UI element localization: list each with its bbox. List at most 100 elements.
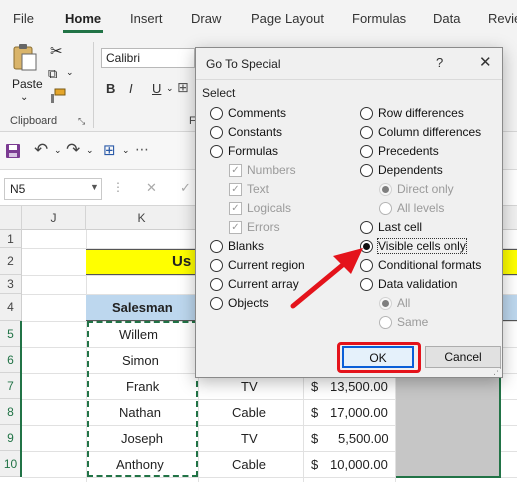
font-name-box[interactable]: Calibri: [101, 48, 195, 68]
red-arrow-annotation: [290, 248, 363, 309]
radio-icon[interactable]: [210, 145, 223, 158]
italic-button[interactable]: I: [129, 81, 133, 96]
bold-button[interactable]: B: [106, 81, 115, 96]
currency-symbol: $: [311, 431, 319, 446]
borders-icon[interactable]: ⊞: [177, 79, 189, 96]
radio-icon[interactable]: [360, 145, 373, 158]
row-header[interactable]: 5: [0, 321, 22, 347]
copy-icon[interactable]: ⧉: [48, 66, 57, 82]
amount-cell[interactable]: 10,000.00: [330, 457, 388, 472]
undo-dropdown-icon[interactable]: ⌄: [54, 145, 62, 156]
help-button[interactable]: ?: [436, 55, 443, 70]
table-dropdown-icon[interactable]: ⌄: [122, 145, 130, 156]
paste-dropdown-icon[interactable]: ⌄: [20, 92, 28, 103]
row-header[interactable]: 8: [0, 399, 22, 425]
product-cell[interactable]: TV: [241, 431, 258, 446]
selection-border: [396, 476, 501, 478]
radio-icon[interactable]: [379, 202, 392, 215]
formula-bar-grip-icon: ⋮: [112, 180, 124, 194]
salesman-cell[interactable]: Simon: [122, 353, 159, 368]
amount-cell[interactable]: 13,500.00: [330, 379, 388, 394]
radio-icon[interactable]: [210, 259, 223, 272]
paste-icon[interactable]: [12, 42, 38, 72]
save-icon[interactable]: [5, 143, 21, 159]
tab-formulas[interactable]: Formulas: [352, 11, 406, 26]
customize-toolbar-icon[interactable]: ⋯: [135, 141, 149, 158]
tab-page-layout[interactable]: Page Layout: [251, 11, 324, 26]
underline-button[interactable]: U: [152, 81, 161, 96]
tab-draw[interactable]: Draw: [191, 11, 221, 26]
checkbox-checked-icon[interactable]: ✓: [229, 164, 242, 177]
row-header[interactable]: 6: [0, 347, 22, 373]
column-header-k[interactable]: K: [86, 206, 198, 230]
checkbox-checked-icon[interactable]: ✓: [229, 202, 242, 215]
format-painter-icon[interactable]: [49, 88, 67, 104]
column-header-j[interactable]: J: [22, 206, 86, 230]
name-box-dropdown-icon[interactable]: ▼: [90, 182, 99, 192]
checkbox-checked-icon[interactable]: ✓: [229, 183, 242, 196]
amount-cell[interactable]: 5,500.00: [338, 431, 389, 446]
table-icon[interactable]: ⊞: [103, 141, 116, 159]
radio-icon[interactable]: [210, 278, 223, 291]
title-text[interactable]: Us: [172, 253, 191, 270]
row-header[interactable]: 9: [0, 425, 22, 451]
radio-icon[interactable]: [379, 297, 392, 310]
row-header[interactable]: 2: [0, 248, 22, 275]
name-box[interactable]: N5: [4, 178, 102, 200]
salesman-cell[interactable]: Willem: [119, 327, 158, 342]
checkbox-checked-icon[interactable]: ✓: [229, 221, 242, 234]
amount-cell[interactable]: 17,000.00: [330, 405, 388, 420]
radio-icon[interactable]: [360, 164, 373, 177]
undo-icon[interactable]: ↶: [34, 140, 48, 160]
cancel-button[interactable]: Cancel: [425, 346, 501, 368]
radio-icon[interactable]: [210, 240, 223, 253]
currency-symbol: $: [311, 457, 319, 472]
radio-icon[interactable]: [210, 107, 223, 120]
product-cell[interactable]: Cable: [232, 457, 266, 472]
radio-icon[interactable]: [210, 297, 223, 310]
clipboard-launcher-icon[interactable]: ⤡: [78, 116, 85, 127]
paste-label[interactable]: Paste: [12, 77, 43, 91]
salesman-cell[interactable]: Frank: [126, 379, 159, 394]
select-all-corner[interactable]: [0, 206, 22, 230]
product-cell[interactable]: Cable: [232, 405, 266, 420]
radio-icon[interactable]: [360, 107, 373, 120]
row-header[interactable]: 3: [0, 275, 22, 294]
tab-data[interactable]: Data: [433, 11, 460, 26]
salesman-cell[interactable]: Joseph: [121, 431, 163, 446]
clipboard-group-label: Clipboard: [10, 115, 58, 127]
row-header[interactable]: 1: [0, 230, 22, 248]
header-salesman[interactable]: Salesman: [112, 300, 173, 315]
dialog-separator: [196, 79, 502, 80]
copy-dropdown-icon[interactable]: ⌄: [66, 67, 74, 78]
radio-icon[interactable]: [210, 126, 223, 139]
tab-home[interactable]: Home: [65, 11, 101, 26]
cut-icon[interactable]: ✂: [50, 42, 63, 60]
row-header[interactable]: 7: [0, 373, 22, 399]
group-divider: [93, 42, 94, 128]
resize-grip-icon[interactable]: ⋰: [493, 366, 502, 377]
cancel-icon[interactable]: ✕: [146, 180, 157, 196]
product-cell[interactable]: TV: [241, 379, 258, 394]
currency-symbol: $: [311, 379, 319, 394]
ribbon-tab-bar: File Home Insert Draw Page Layout Formul…: [0, 0, 517, 36]
salesman-cell[interactable]: Nathan: [119, 405, 161, 420]
copy-marquee: [87, 321, 198, 477]
underline-dropdown-icon[interactable]: ⌄: [166, 83, 174, 94]
radio-icon[interactable]: [379, 316, 392, 329]
tab-file[interactable]: File: [13, 11, 34, 26]
close-button[interactable]: ✕: [479, 53, 492, 71]
salesman-cell[interactable]: Anthony: [116, 457, 164, 472]
redo-dropdown-icon[interactable]: ⌄: [86, 145, 94, 156]
tab-review[interactable]: Revie: [488, 11, 517, 26]
enter-icon[interactable]: ✓: [180, 180, 191, 196]
row-header[interactable]: 4: [0, 294, 22, 321]
radio-icon[interactable]: [360, 126, 373, 139]
tab-insert[interactable]: Insert: [130, 11, 163, 26]
row-header[interactable]: 10: [0, 451, 22, 477]
go-to-special-dialog: Go To Special ? ✕ Select Comments Consta…: [195, 47, 503, 378]
radio-icon[interactable]: [379, 183, 392, 196]
dialog-title: Go To Special: [206, 57, 281, 71]
redo-icon[interactable]: ↷: [66, 140, 80, 160]
radio-icon[interactable]: [360, 221, 373, 234]
